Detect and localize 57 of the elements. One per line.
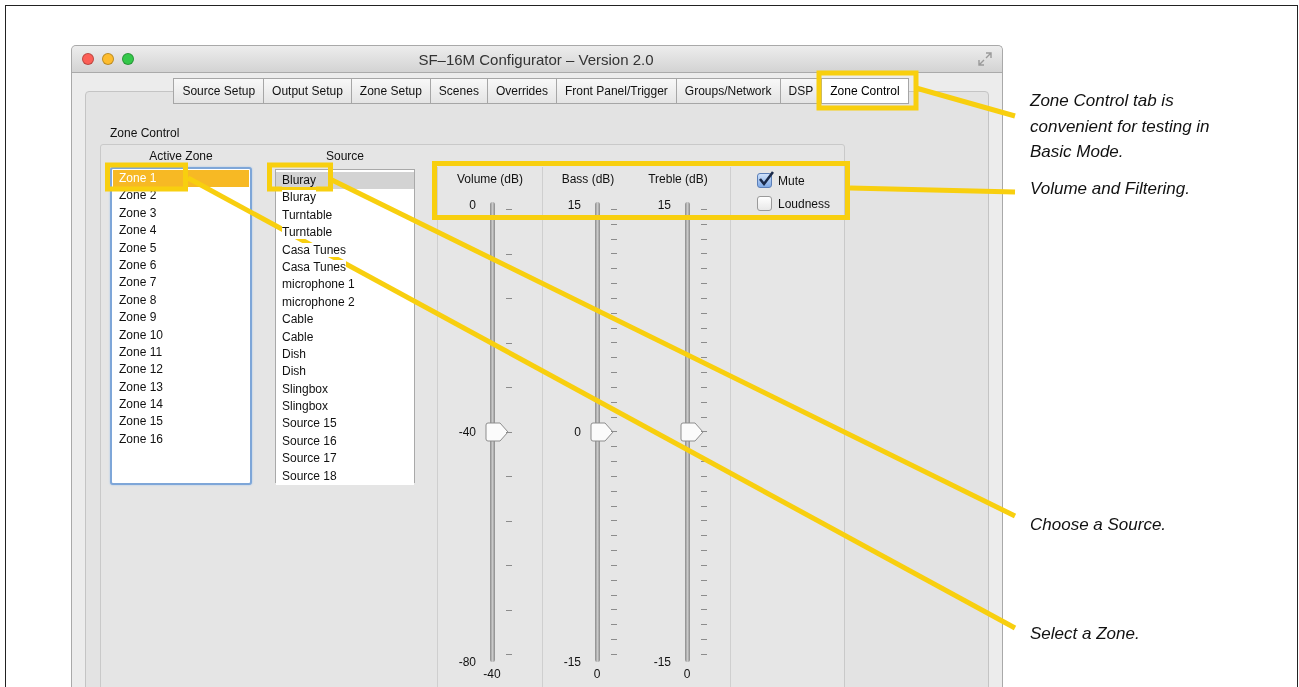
zone-item[interactable]: Zone 12 <box>113 361 249 379</box>
zoom-icon[interactable] <box>122 53 134 65</box>
checkbox[interactable] <box>757 173 772 188</box>
zone-item[interactable]: Zone 16 <box>113 430 249 449</box>
callout-box <box>267 162 333 192</box>
zone-item[interactable]: Zone 3 <box>113 204 249 223</box>
callout-text: Select a Zone. <box>1030 623 1141 645</box>
tab[interactable]: Overrides <box>487 78 557 104</box>
slider-value: 0 <box>592 667 602 681</box>
slider-label: Volume (dB) <box>456 172 524 186</box>
zone-item[interactable]: Zone 11 <box>113 343 249 362</box>
zone-item[interactable]: Zone 15 <box>113 413 249 431</box>
tab[interactable]: Groups/Network <box>676 78 781 104</box>
slider-value: -40 <box>482 667 502 681</box>
list-heading: Active Zone <box>149 149 213 163</box>
scale-label: 0 <box>573 424 581 440</box>
tab[interactable]: Output Setup <box>264 78 352 104</box>
zone-item[interactable]: Zone 5 <box>113 239 249 257</box>
scale-label: 15 <box>566 197 581 213</box>
tab[interactable]: Scenes <box>430 78 488 104</box>
scale-label: -15 <box>652 654 671 670</box>
fullscreen-icon[interactable] <box>978 52 992 66</box>
checkbox-option[interactable]: Mute <box>757 171 844 190</box>
zone-item[interactable]: Zone 8 <box>113 291 249 310</box>
zone-item[interactable]: Zone 14 <box>113 396 249 414</box>
zone-item[interactable]: Zone 4 <box>113 222 249 240</box>
tab[interactable]: Front Panel/Trigger <box>556 78 677 104</box>
zone-item[interactable]: Zone 7 <box>113 274 249 292</box>
checkbox[interactable] <box>757 196 772 211</box>
slider-thumb[interactable] <box>485 422 509 442</box>
group-title: Zone Control <box>110 126 181 140</box>
source-list[interactable]: Bluray Bluray Turntable Turntable Casa Tunes Casa Tunes microphone 1 microphone 2 Cable Cable Dish Dish Slingbox Slingbox Source 15 Source 16 Source 17 Source 18 <box>275 169 415 483</box>
zone-item[interactable]: Zone 9 <box>113 309 249 327</box>
slider-label: Treble (dB) <box>647 172 709 186</box>
scale-label: -15 <box>562 654 581 670</box>
scale-label: -80 <box>457 654 476 670</box>
scale-label: 15 <box>656 197 671 213</box>
slider-thumb[interactable] <box>680 422 704 442</box>
tab[interactable]: Source Setup <box>173 78 265 104</box>
slider-thumb[interactable] <box>590 422 614 442</box>
scale-label: -40 <box>457 424 476 440</box>
callout-text: Choose a Source. <box>1030 514 1168 536</box>
callout-text: Zone Control tab is convenient for testing in Basic Mode. <box>1030 90 1211 163</box>
checkbox-option[interactable]: Loudness <box>757 194 844 213</box>
zone-item[interactable]: Zone 10 <box>113 326 249 344</box>
zone-item[interactable]: Zone 6 <box>113 256 249 275</box>
zone-item[interactable]: Zone 13 <box>113 378 249 397</box>
close-icon[interactable] <box>82 53 94 65</box>
slider-value: 0 <box>682 667 692 681</box>
list-heading: Source <box>326 149 364 163</box>
slider-label: Bass (dB) <box>560 172 616 186</box>
window-title: SF–16M Configurator – Version 2.0 <box>417 50 655 68</box>
scale-label: 0 <box>468 197 476 213</box>
tab[interactable]: Zone Setup <box>351 78 431 104</box>
minimize-icon[interactable] <box>102 53 114 65</box>
tab[interactable]: Zone Control <box>822 78 909 104</box>
callout-text: Volume and Filtering. <box>1030 178 1191 200</box>
